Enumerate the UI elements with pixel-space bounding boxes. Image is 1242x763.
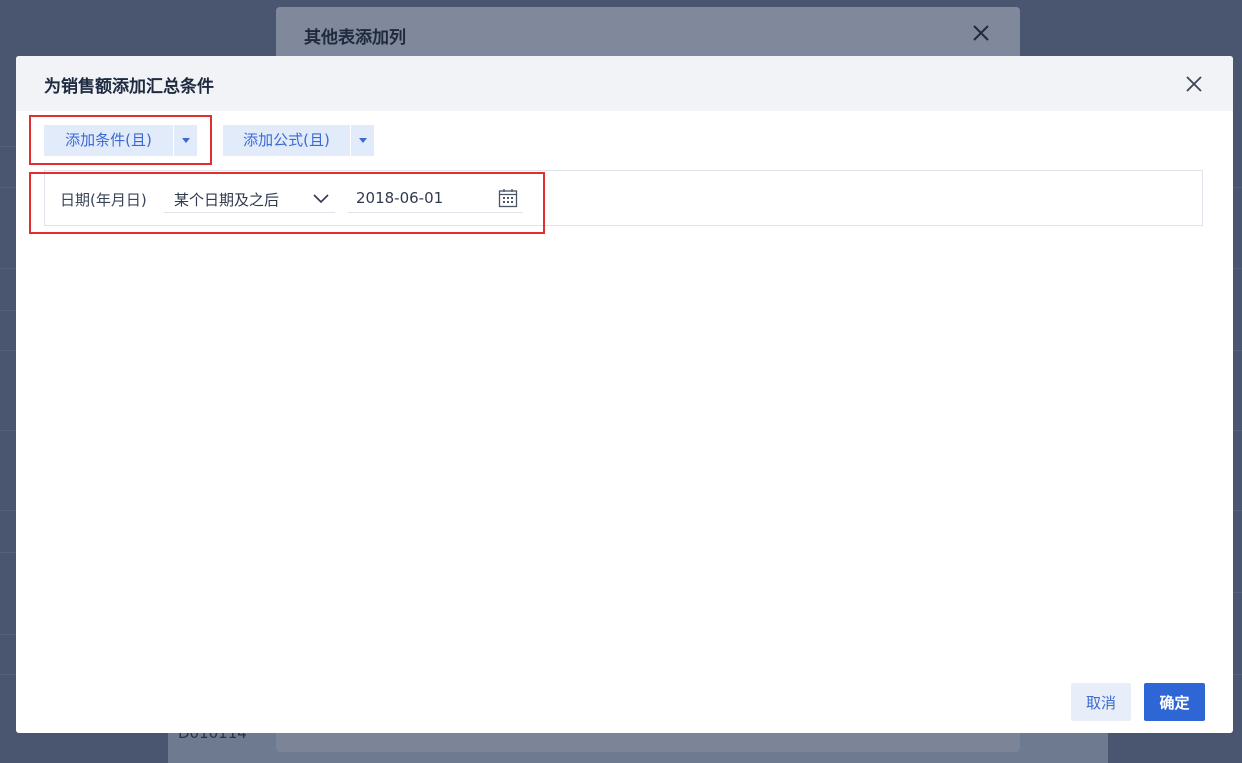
- close-icon[interactable]: [970, 22, 992, 44]
- caret-down-icon[interactable]: [174, 125, 197, 156]
- add-formula-button[interactable]: 添加公式(且): [223, 125, 350, 156]
- add-formula-split-button: 添加公式(且): [223, 125, 374, 156]
- date-input[interactable]: 2018-06-01: [348, 184, 523, 213]
- caret-down-icon[interactable]: [351, 125, 374, 156]
- calendar-icon[interactable]: [498, 188, 518, 208]
- add-condition-split-button: 添加条件(且): [44, 125, 197, 156]
- date-input-value: 2018-06-01: [356, 189, 444, 207]
- condition-operator-value: 某个日期及之后: [174, 191, 280, 209]
- close-icon[interactable]: [1183, 73, 1205, 95]
- back-dialog-header: 其他表添加列: [276, 7, 1020, 59]
- summary-condition-dialog: 为销售额添加汇总条件 添加条件(且) 添加公式(且) 日期(年月日) 某个日期及…: [16, 56, 1233, 733]
- ok-button[interactable]: 确定: [1144, 683, 1205, 721]
- chevron-down-icon: [313, 194, 329, 204]
- condition-field-label: 日期(年月日): [60, 191, 147, 209]
- cancel-button[interactable]: 取消: [1071, 683, 1131, 721]
- condition-operator-select[interactable]: 某个日期及之后: [164, 184, 335, 213]
- add-condition-button[interactable]: 添加条件(且): [44, 125, 173, 156]
- condition-panel: 日期(年月日) 某个日期及之后 2018-06-01: [44, 170, 1203, 226]
- dialog-title: 为销售额添加汇总条件: [44, 77, 214, 97]
- dialog-header: 为销售额添加汇总条件: [16, 56, 1233, 111]
- back-dialog-title: 其他表添加列: [304, 28, 406, 48]
